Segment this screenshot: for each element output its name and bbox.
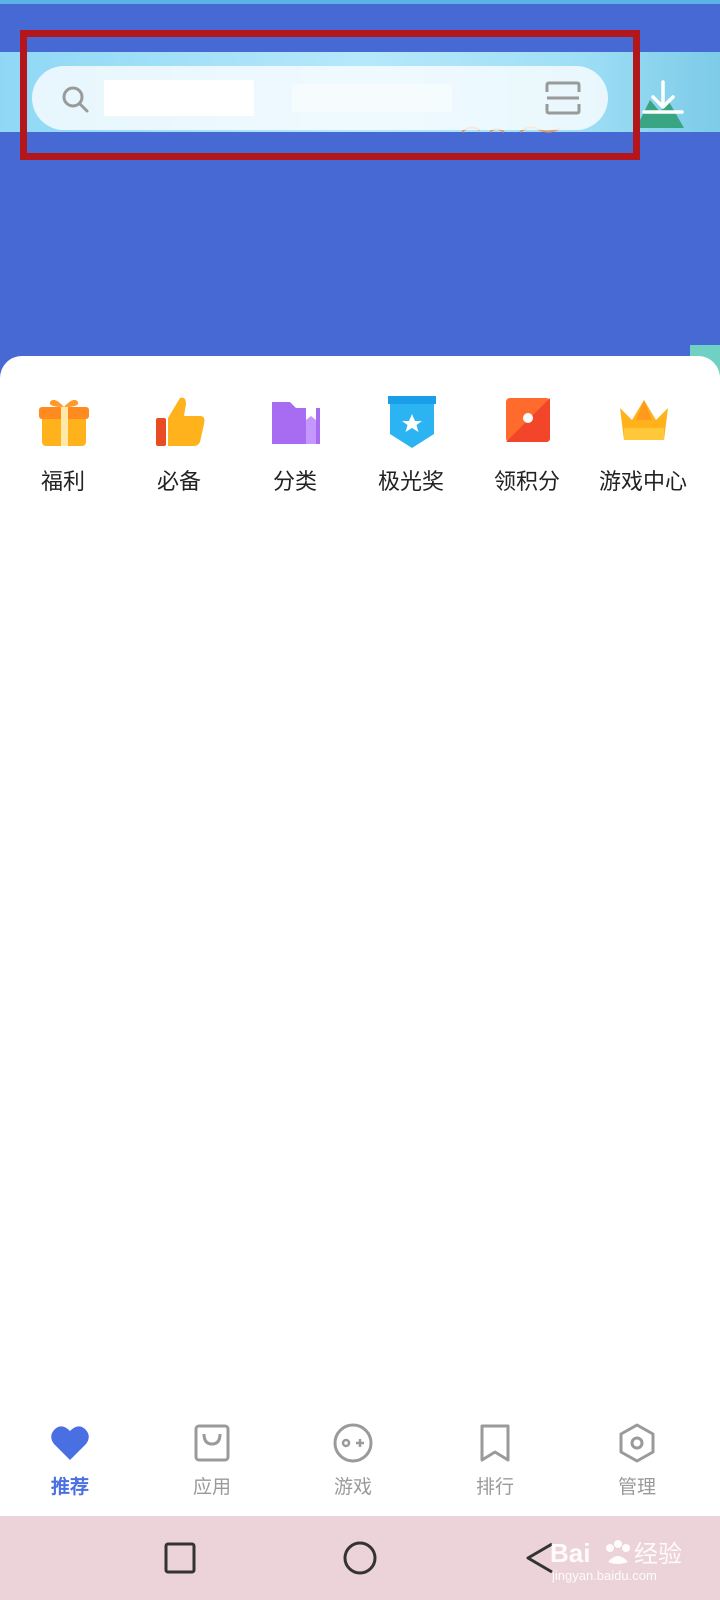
home-icon[interactable] <box>340 1538 380 1578</box>
quick-menu-label: 极光奖 <box>377 470 444 495</box>
nav-tab-recommend[interactable]: 推荐 <box>20 1422 120 1502</box>
watermark-text: 经验 <box>634 1541 682 1568</box>
nav-tab-games[interactable]: 游戏 <box>303 1422 403 1502</box>
nav-tab-rankings[interactable]: 排行 <box>445 1422 545 1502</box>
header-top-strip <box>0 0 720 4</box>
quick-menu-label: 分类 <box>272 470 317 495</box>
nav-tab-apps[interactable]: 应用 <box>162 1422 262 1502</box>
points-icon <box>506 398 550 442</box>
baidu-jingyan-watermark: Bai 经验 jingyan.baidu.com <box>550 1538 682 1583</box>
gamepad-icon <box>333 1423 373 1463</box>
nav-tab-label: 排行 <box>475 1476 514 1498</box>
quick-menu-label: 必备 <box>156 470 201 495</box>
header <box>0 0 720 380</box>
quick-menu-essentials[interactable]: 必备 <box>120 394 238 504</box>
nav-tab-label: 管理 <box>617 1476 656 1498</box>
highlight-annotation-box <box>20 30 640 160</box>
quick-menu-welfare[interactable]: 福利 <box>4 394 122 504</box>
quick-menu-label: 福利 <box>40 470 85 495</box>
download-icon[interactable] <box>636 78 690 136</box>
shopping-bag-icon <box>194 1424 230 1462</box>
hexagon-settings-icon <box>619 1423 655 1463</box>
quick-menu-label: 游戏中心 <box>598 470 687 495</box>
quick-menu-label: 领积分 <box>493 470 560 495</box>
system-navigation-bar: Bai 经验 jingyan.baidu.com <box>0 1516 720 1600</box>
award-badge-icon <box>388 396 436 448</box>
thumbs-up-icon <box>156 397 205 446</box>
folder-icon <box>272 402 320 444</box>
bottom-navigation: 推荐 应用 游戏 排行 管理 <box>0 1410 720 1516</box>
nav-tab-label: 游戏 <box>333 1476 372 1498</box>
watermark-url: jingyan.baidu.com <box>551 1568 657 1583</box>
recent-apps-icon[interactable] <box>160 1538 200 1578</box>
watermark-brand: Bai <box>550 1538 590 1568</box>
nav-tab-label: 应用 <box>192 1476 231 1498</box>
quick-menu-game-center[interactable]: 游戏中心 <box>584 394 702 504</box>
gift-icon <box>39 399 89 446</box>
main-content: 福利 必备 分类 极光奖 领积分 游戏中心 <box>0 356 720 1410</box>
bookmark-icon <box>480 1424 510 1462</box>
quick-menu-category[interactable]: 分类 <box>236 394 354 504</box>
heart-icon <box>51 1426 89 1460</box>
nav-tab-manage[interactable]: 管理 <box>587 1422 687 1502</box>
quick-menu-aurora-award[interactable]: 极光奖 <box>352 394 470 504</box>
crown-icon <box>620 400 668 440</box>
quick-menu-earn-points[interactable]: 领积分 <box>468 394 586 504</box>
nav-tab-label: 推荐 <box>50 1476 89 1498</box>
